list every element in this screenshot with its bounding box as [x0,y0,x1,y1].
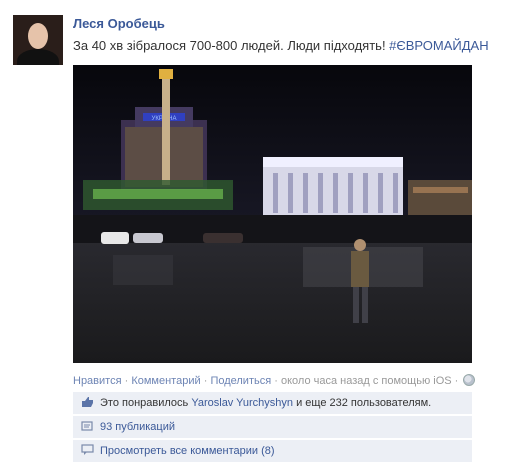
comment-link[interactable]: Комментарий [131,375,200,387]
post-timestamp[interactable]: около часа назад с помощью iOS [281,375,452,387]
post-photo[interactable]: УКРАЇНА [73,65,472,363]
likes-suffix: и еще 232 пользователям. [293,397,432,409]
maidan-night-photo: УКРАЇНА [73,65,472,363]
comments-row: Просмотреть все комментарии (8) [73,440,472,462]
post-actions-bar: Нравится · Комментарий · Поделиться · ок… [73,374,476,387]
green-lights [83,180,233,210]
likes-prefix: Это понравилось [100,397,192,409]
globe-icon[interactable] [463,374,476,386]
view-all-comments-link[interactable]: Просмотреть все комментарии (8) [100,445,275,457]
shares-count-link[interactable]: 93 публикаций [100,421,175,433]
comment-icon [81,444,94,455]
crowd [73,215,472,244]
conservatory-building [263,157,403,220]
hashtag-link[interactable]: #ЄВРОМАЙДАН [389,38,488,53]
share-icon [81,421,93,431]
post-author-link[interactable]: Леся Оробець [73,16,165,31]
separator: · [454,375,462,387]
liker-name-link[interactable]: Yaroslav Yurchyshyn [191,397,293,409]
like-link[interactable]: Нравится [73,375,122,387]
thumbs-up-icon[interactable] [81,396,94,408]
avatar-face [28,23,48,49]
shares-row: 93 публикаций [73,416,472,438]
likes-row: Это понравилось Yaroslav Yurchyshyn и ещ… [73,392,472,414]
feedback-panel: Это понравилось Yaroslav Yurchyshyn и ещ… [73,392,472,464]
post-message-text: За 40 хв зібралося 700-800 людей. Люди п… [73,38,390,53]
post-message: За 40 хв зібралося 700-800 людей. Люди п… [73,38,489,53]
separator: · [274,375,281,387]
share-link[interactable]: Поделиться [210,375,271,387]
author-avatar[interactable] [13,15,63,65]
avatar-shoulders [17,49,59,65]
